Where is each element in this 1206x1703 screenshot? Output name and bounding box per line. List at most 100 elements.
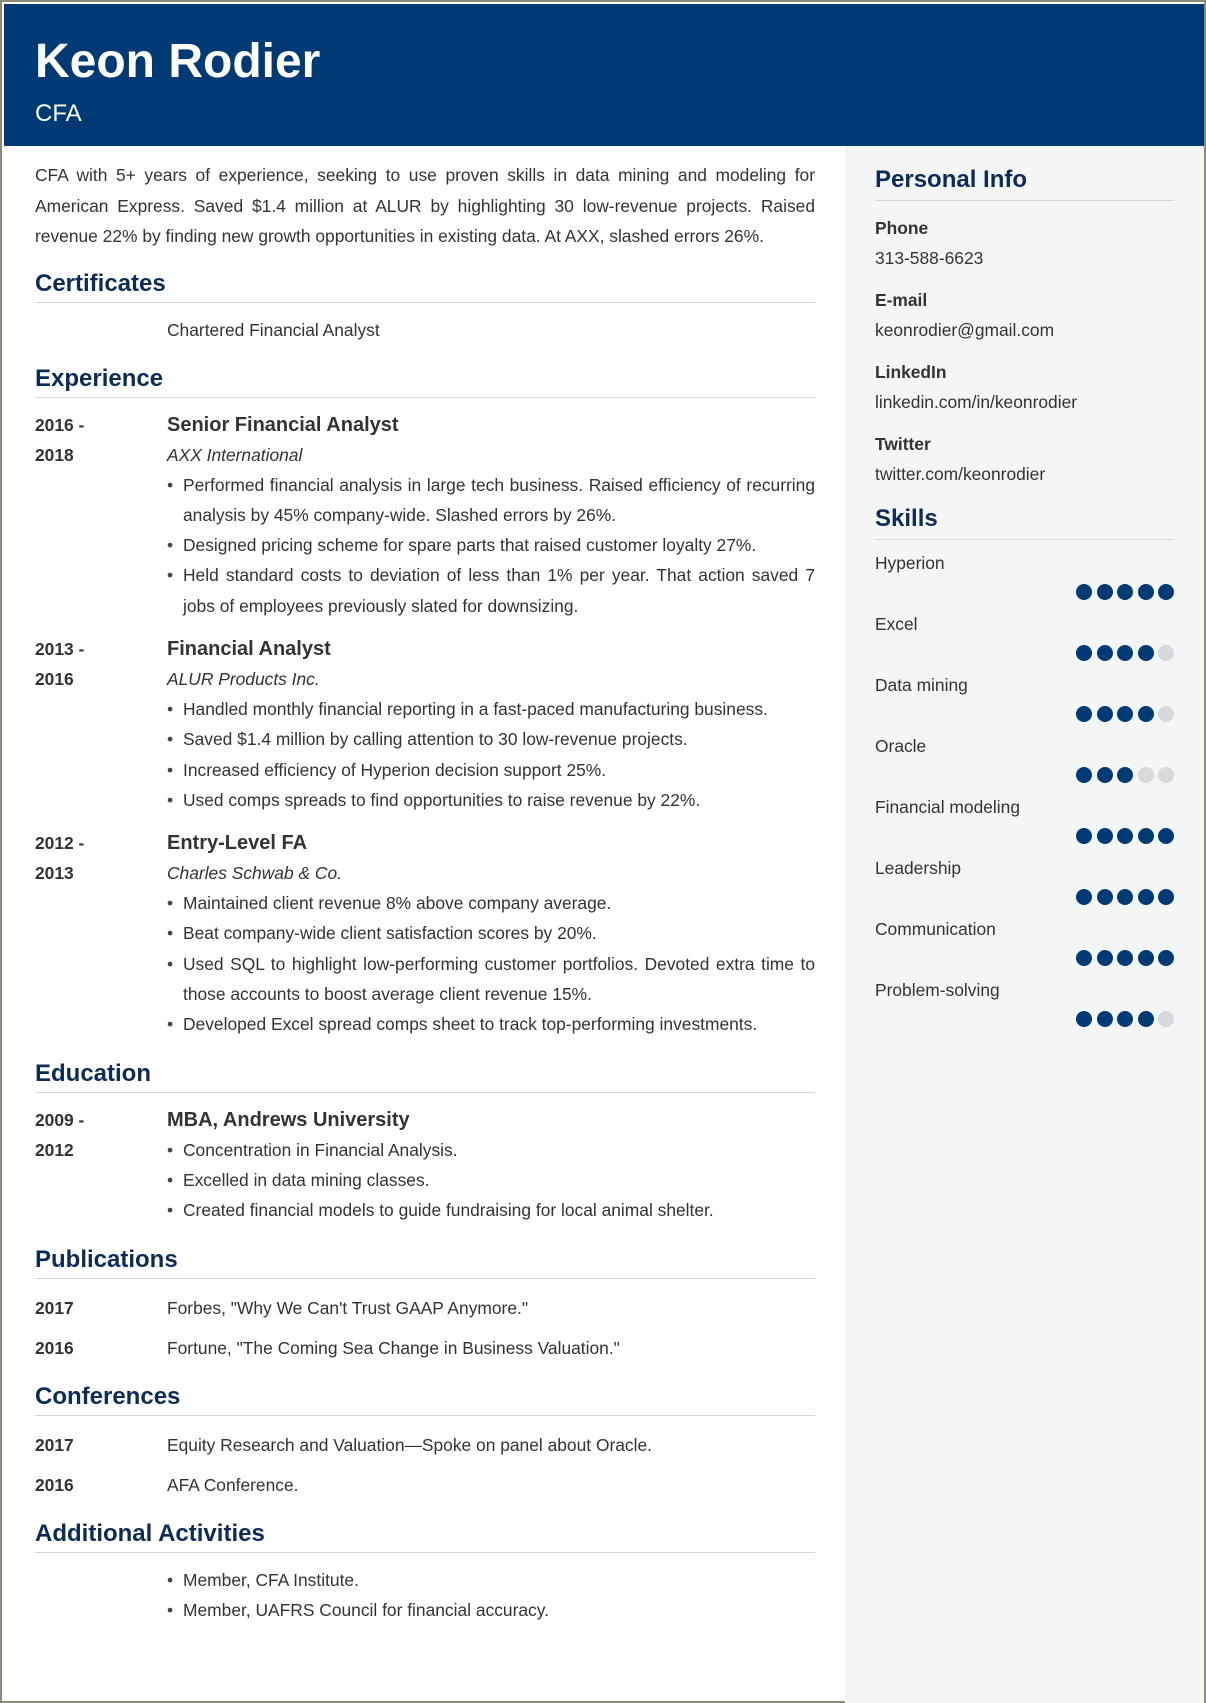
info-value-twitter[interactable]: twitter.com/keonrodier: [875, 459, 1174, 489]
skill-name: Communication: [875, 919, 996, 939]
date-start: 2013 -: [35, 638, 85, 659]
bullet-item: Developed Excel spread comps sheet to tr…: [167, 1009, 815, 1040]
sidebar-content: Personal Info Phone 313-588-6623 E-mail keo…: [875, 146, 1174, 1028]
rating-dot-filled-icon: [1076, 584, 1092, 600]
date-end: 2016: [35, 668, 74, 689]
education-section: Education 2009 - 2012 MBA, Andrews Univers…: [35, 1060, 815, 1226]
conferences-section: Conferences 2017 Equity Research and Valu…: [35, 1383, 815, 1500]
skill-name: Hyperion: [875, 553, 945, 573]
skills-section: Skills Hyperion Excel Data mining Oracle Fin…: [875, 505, 1174, 1028]
rating-dot-empty-icon: [1158, 767, 1174, 783]
item-year: 2016: [35, 1474, 74, 1495]
bullet-item: Designed pricing scheme for spare parts …: [167, 530, 815, 561]
rating-dot-filled-icon: [1096, 828, 1113, 844]
rating-dot-filled-icon: [1117, 584, 1133, 600]
company-name: Charles Schwab & Co.: [167, 863, 342, 884]
skills-list: Hyperion Excel Data mining Oracle Financial …: [875, 548, 1174, 1028]
skill-rating: [875, 584, 1174, 601]
rating-dot-filled-icon: [1158, 950, 1174, 966]
main-column: CFA with 5+ years of experience, seeking…: [35, 146, 815, 1625]
skill-name: Financial modeling: [875, 797, 1021, 817]
summary: CFA with 5+ years of experience, seeking…: [35, 165, 815, 246]
rating-dot-filled-icon: [1096, 645, 1113, 661]
date-end: 2013: [35, 863, 74, 884]
entry-body: Entry-Level FA Charles Schwab & Co. Mainta…: [167, 828, 815, 1040]
entry-dates: 2009 - 2012: [35, 1105, 167, 1226]
section-heading: Personal Info: [875, 166, 1174, 201]
skill-item: Financial modeling: [875, 792, 1174, 845]
item-text: Equity Research and Valuation—Spoke on p…: [167, 1434, 652, 1455]
entry-body: Financial Analyst ALUR Products Inc. Handl…: [167, 634, 815, 815]
skill-item: Problem-solving: [875, 975, 1174, 1028]
sidebar: Personal Info Phone 313-588-6623 E-mail keo…: [845, 146, 1204, 1703]
rating-dot-filled-icon: [1117, 950, 1133, 966]
item-text: Fortune, "The Coming Sea Change in Busin…: [167, 1337, 620, 1358]
rating-dot-filled-icon: [1137, 645, 1154, 661]
info-value-linkedin[interactable]: linkedin.com/in/keonrodier: [875, 387, 1174, 417]
rating-dot-filled-icon: [1117, 828, 1133, 844]
item-year: 2016: [35, 1337, 74, 1358]
rating-dot-filled-icon: [1117, 1011, 1133, 1027]
candidate-title: CFA: [35, 100, 82, 127]
resume-page: Keon Rodier CFA CFA with 5+ years of exp…: [0, 0, 1206, 1703]
section-heading: Publications: [35, 1246, 815, 1279]
job-title: Entry-Level FA: [167, 832, 308, 855]
section-heading: Skills: [875, 505, 1174, 540]
resume-header: Keon Rodier CFA: [4, 4, 1204, 146]
rating-dot-filled-icon: [1137, 706, 1154, 722]
entry-body: MBA, Andrews University Concentration in …: [167, 1105, 815, 1226]
rating-dot-filled-icon: [1137, 584, 1154, 600]
personal-info-list: Phone 313-588-6623 E-mail keonrodier@gmail.…: [875, 213, 1174, 489]
rating-dot-filled-icon: [1158, 828, 1174, 844]
activities-date-spacer: [35, 1565, 167, 1626]
entry-dates: 2013 - 2016: [35, 634, 167, 815]
rating-dot-filled-icon: [1137, 1011, 1154, 1027]
info-label-twitter: Twitter: [875, 434, 931, 454]
skill-rating: [875, 706, 1174, 723]
bullet-item: Concentration in Financial Analysis.: [167, 1135, 815, 1166]
rating-dot-filled-icon: [1096, 889, 1113, 905]
section-heading: Education: [35, 1060, 815, 1093]
publications-section: Publications 2017 Forbes, "Why We Can't T…: [35, 1246, 815, 1363]
degree-title: MBA, Andrews University: [167, 1108, 410, 1131]
item-text: Forbes, "Why We Can't Trust GAAP Anymore…: [167, 1297, 529, 1318]
bullet-item: Saved $1.4 million by calling attention …: [167, 724, 815, 755]
skill-item: Data mining: [875, 670, 1174, 723]
experience-list: 2016 - 2018 Senior Financial Analyst AXX In…: [35, 410, 815, 1040]
section-heading: Certificates: [35, 270, 815, 303]
section-heading: Conferences: [35, 1383, 815, 1416]
date-start: 2016 -: [35, 414, 85, 435]
entry-dates: 2016 - 2018: [35, 410, 167, 621]
rating-dot-filled-icon: [1096, 950, 1113, 966]
skill-item: Leadership: [875, 853, 1174, 906]
rating-dot-filled-icon: [1137, 828, 1154, 844]
bullet-item: Held standard costs to deviation of less…: [167, 560, 815, 621]
info-label-linkedin: LinkedIn: [875, 362, 947, 382]
rating-dot-filled-icon: [1137, 950, 1154, 966]
rating-dot-filled-icon: [1096, 767, 1113, 783]
rating-dot-filled-icon: [1096, 706, 1113, 722]
skill-name: Data mining: [875, 675, 968, 695]
bullet-item: Maintained client revenue 8% above compa…: [167, 888, 815, 919]
skill-name: Excel: [875, 614, 918, 634]
bullet-item: Beat company-wide client satisfaction sc…: [167, 918, 815, 949]
skill-item: Hyperion: [875, 548, 1174, 601]
date-start: 2012 -: [35, 833, 85, 854]
skill-name: Oracle: [875, 736, 927, 756]
rating-dot-filled-icon: [1076, 1011, 1092, 1027]
publication-item: 2017 Forbes, "Why We Can't Trust GAAP Any…: [35, 1293, 815, 1323]
publications-list: 2017 Forbes, "Why We Can't Trust GAAP Any…: [35, 1293, 815, 1363]
rating-dot-filled-icon: [1117, 889, 1133, 905]
entry-dates: 2012 - 2013: [35, 828, 167, 1039]
education-entry: 2009 - 2012 MBA, Andrews University Concent…: [35, 1105, 815, 1226]
rating-dot-empty-icon: [1158, 706, 1174, 722]
rating-dot-empty-icon: [1158, 1011, 1174, 1027]
experience-section: Experience 2016 - 2018 Senior Financial An…: [35, 365, 815, 1040]
skill-rating: [875, 1011, 1174, 1028]
info-label-phone: Phone: [875, 218, 929, 238]
company-name: ALUR Products Inc.: [167, 668, 320, 689]
bullet-item: Used SQL to highlight low-performing cus…: [167, 949, 815, 1010]
candidate-name: Keon Rodier: [35, 35, 321, 88]
bullet-item: Used comps spreads to find opportunities…: [167, 785, 815, 816]
info-value-email[interactable]: keonrodier@gmail.com: [875, 315, 1174, 345]
